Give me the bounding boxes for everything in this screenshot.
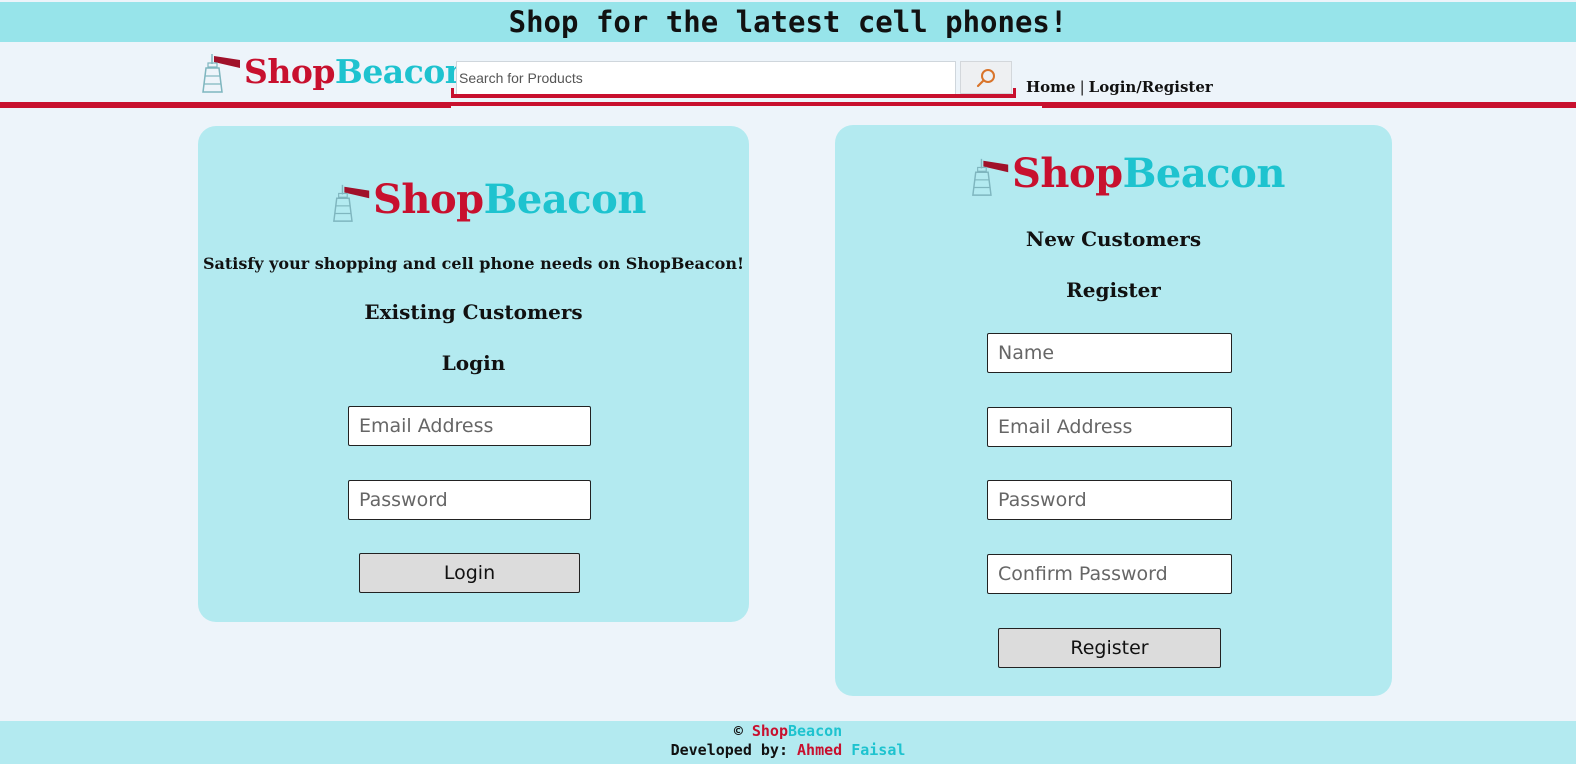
developed-by-label: Developed by:	[670, 741, 788, 759]
login-subheading: Login	[441, 351, 506, 375]
banner-text: Shop for the latest cell phones!	[508, 5, 1068, 39]
login-card: Shop Beacon Satisfy your shopping and cel…	[198, 126, 749, 622]
brand-shop: Shop	[244, 52, 335, 91]
brand-beacon: Beacon	[1122, 150, 1286, 197]
lighthouse-icon	[202, 54, 240, 93]
register-email-field[interactable]	[987, 407, 1232, 447]
nav-separator: |	[1079, 78, 1085, 96]
register-password-field[interactable]	[987, 480, 1232, 520]
footer-brand-shop: Shop	[751, 722, 788, 740]
register-name-field[interactable]	[987, 333, 1232, 373]
login-card-logo: Shop Beacon	[331, 176, 646, 224]
lighthouse-icon	[972, 158, 1009, 196]
top-banner: Shop for the latest cell phones!	[0, 2, 1576, 42]
footer: © ShopBeacon Developed by: Ahmed Faisal	[0, 721, 1576, 764]
register-heading: New Customers	[1025, 227, 1202, 251]
brand-beacon: Beacon	[483, 176, 647, 223]
nav-home-link[interactable]: Home	[1026, 78, 1076, 96]
login-tagline: Satisfy your shopping and cell phone nee…	[202, 254, 744, 273]
header-logo[interactable]: Shop Beacon	[200, 50, 469, 94]
header-divider	[0, 102, 1576, 108]
copyright-symbol: ©	[733, 722, 743, 740]
login-button[interactable]: Login	[359, 553, 580, 593]
login-email-field[interactable]	[348, 406, 591, 446]
top-nav: Home | Login/Register	[1026, 78, 1213, 96]
search-underline	[451, 88, 1016, 98]
footer-brand-beacon: Beacon	[788, 722, 843, 740]
brand-shop: Shop	[373, 176, 484, 223]
developer-first-name: Ahmed	[797, 741, 843, 759]
register-card-logo: Shop Beacon	[970, 150, 1285, 198]
register-button[interactable]: Register	[998, 628, 1221, 668]
register-card: ShopBeacon New Customers Register Regist…	[835, 125, 1392, 696]
login-password-field[interactable]	[348, 480, 591, 520]
lighthouse-icon	[333, 184, 370, 222]
register-subheading: Register	[1066, 278, 1161, 302]
magnifier-icon	[976, 68, 995, 87]
brand-beacon: Beacon	[334, 52, 469, 91]
brand-shop: Shop	[1012, 150, 1123, 197]
search-button[interactable]	[960, 61, 1012, 94]
developer-last-name: Faisal	[851, 741, 906, 759]
footer-copyright-line: © ShopBeacon	[0, 721, 1576, 741]
register-confirm-password-field[interactable]	[987, 554, 1232, 594]
login-heading: Existing Customers	[364, 300, 583, 324]
nav-login-register-link[interactable]: Login/Register	[1089, 78, 1213, 96]
footer-developer-line: Developed by: Ahmed Faisal	[0, 741, 1576, 760]
search-input[interactable]	[456, 61, 956, 95]
